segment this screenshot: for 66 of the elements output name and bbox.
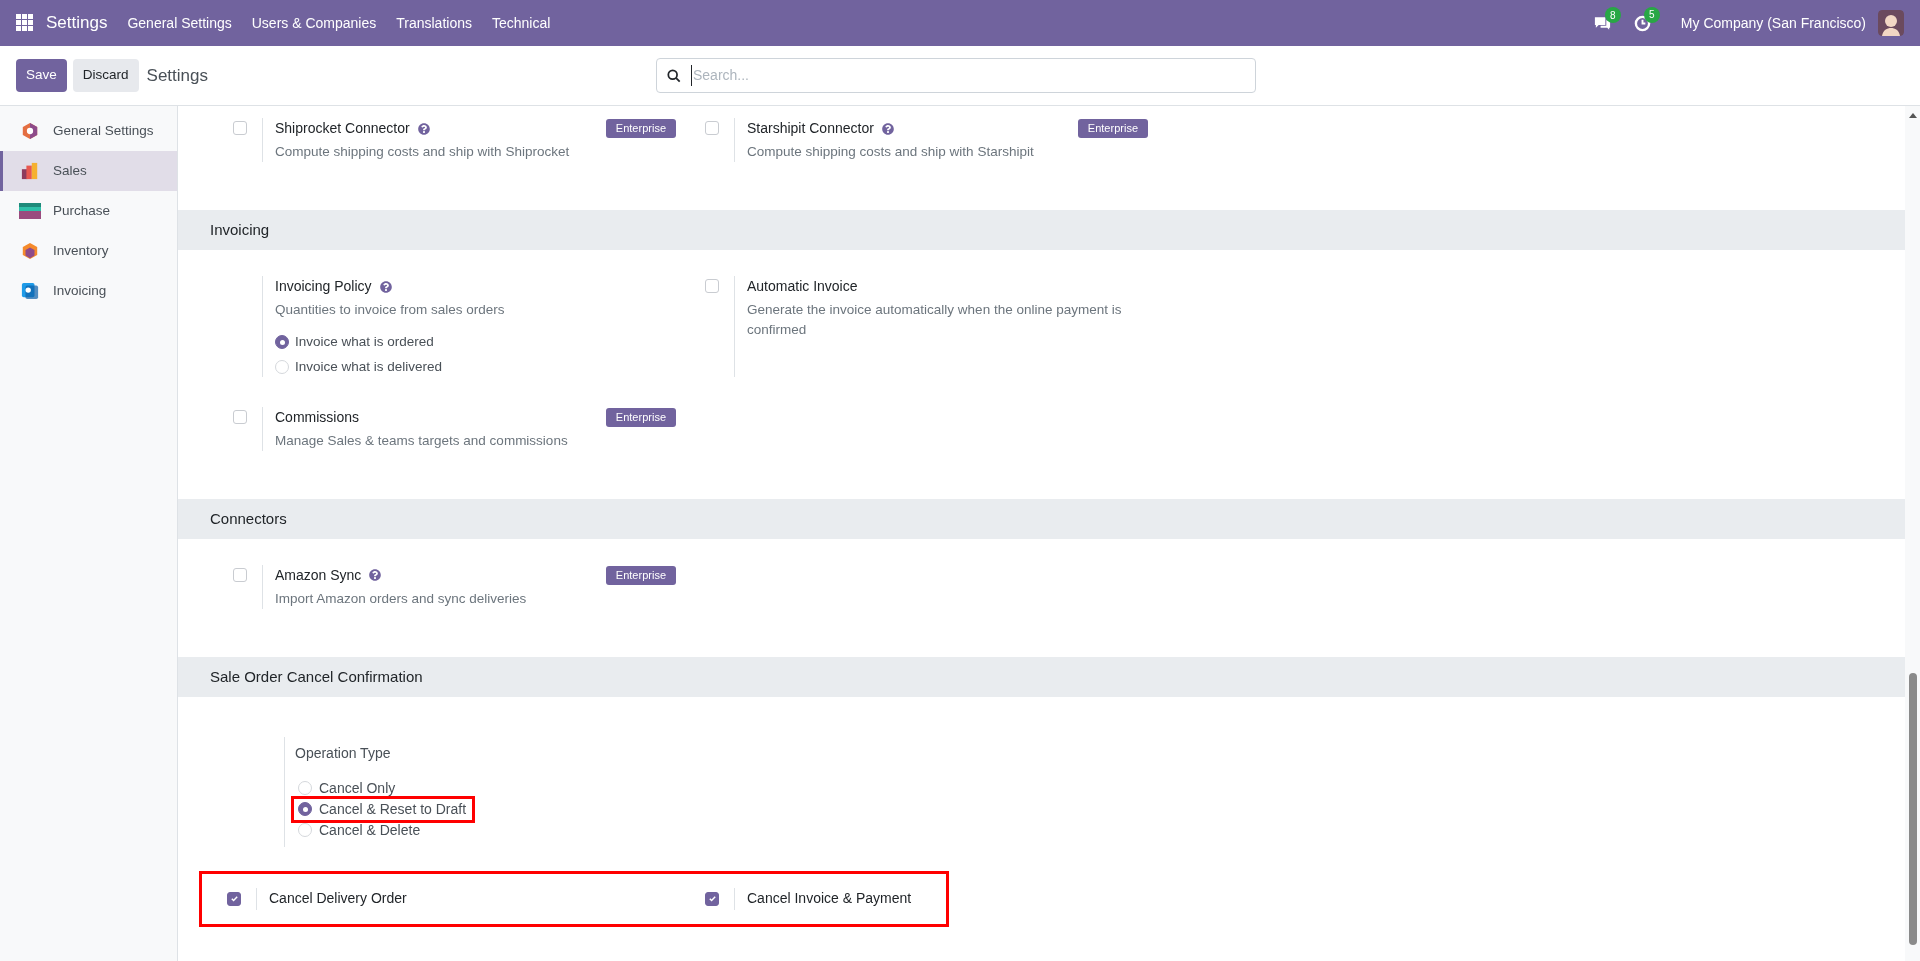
enterprise-badge[interactable]: Enterprise bbox=[1077, 119, 1148, 138]
enterprise-badge[interactable]: Enterprise bbox=[605, 119, 676, 138]
discard-button[interactable]: Discard bbox=[72, 59, 139, 92]
search-bar[interactable]: Search... bbox=[656, 58, 1256, 93]
setting-title: Shiprocket Connector bbox=[275, 119, 410, 138]
activity-count-badge: 5 bbox=[1643, 6, 1660, 23]
check-icon bbox=[229, 894, 239, 904]
card-icon bbox=[19, 203, 41, 219]
radio-button[interactable] bbox=[275, 335, 289, 350]
app-title[interactable]: Settings bbox=[46, 10, 108, 36]
radio-label[interactable]: Cancel & Delete bbox=[319, 819, 421, 841]
sidebar-item[interactable]: Invoicing bbox=[0, 271, 177, 311]
section-header: Invoicing bbox=[178, 210, 1905, 250]
setting-description: Manage Sales & teams targets and commissions bbox=[275, 431, 569, 450]
menu-item[interactable]: Translations bbox=[396, 12, 472, 34]
setting-description: Compute shipping costs and ship with Shiprocket bbox=[275, 143, 571, 161]
invoice-icon bbox=[21, 282, 39, 300]
chat-icon[interactable] bbox=[1592, 15, 1612, 31]
radio-button[interactable] bbox=[298, 802, 312, 817]
menu-item[interactable]: General Settings bbox=[127, 12, 232, 34]
sidebar-item[interactable]: General Settings bbox=[0, 111, 177, 151]
check-icon bbox=[707, 894, 717, 904]
help-icon[interactable] bbox=[881, 122, 894, 135]
company-switcher[interactable]: My Company (San Francisco) bbox=[1680, 12, 1866, 34]
save-button[interactable]: Save bbox=[16, 59, 67, 92]
setting-title: Automatic Invoice bbox=[747, 277, 858, 296]
breadcrumb: Settings bbox=[146, 64, 208, 87]
setting-description: Import Amazon orders and sync deliveries bbox=[275, 589, 528, 608]
user-avatar[interactable] bbox=[1878, 10, 1904, 36]
bar-chart-icon bbox=[21, 162, 39, 180]
section-header: Sale Order Cancel Confirmation bbox=[178, 656, 1905, 697]
search-icon bbox=[667, 68, 681, 83]
help-icon[interactable] bbox=[417, 122, 430, 135]
field-label: Operation Type bbox=[295, 743, 392, 763]
scrollbar[interactable] bbox=[1905, 106, 1920, 961]
sidebar-item[interactable]: Inventory bbox=[0, 231, 177, 271]
enterprise-badge[interactable]: Enterprise bbox=[605, 566, 676, 585]
setting-description: Quantities to invoice from sales orders bbox=[275, 301, 506, 319]
enterprise-badge[interactable]: Enterprise bbox=[605, 408, 676, 427]
section-header: Connectors bbox=[178, 498, 1905, 539]
help-icon[interactable] bbox=[379, 280, 392, 293]
help-icon[interactable] bbox=[369, 569, 382, 582]
checkbox[interactable] bbox=[227, 891, 241, 906]
radio-label[interactable]: Invoice what is ordered bbox=[295, 332, 434, 353]
checkbox[interactable] bbox=[705, 891, 719, 906]
menu-item[interactable]: Users & Companies bbox=[251, 12, 377, 34]
sidebar-item[interactable]: Purchase bbox=[0, 191, 177, 231]
setting-title: Invoicing Policy bbox=[275, 277, 372, 296]
setting-description: Generate the invoice automatically when the online payment is confirmed bbox=[747, 301, 1123, 339]
setting-title: Cancel Delivery Order bbox=[269, 889, 407, 909]
hexagon-icon bbox=[21, 122, 39, 140]
app-grid-icon[interactable] bbox=[16, 14, 34, 32]
cube-icon bbox=[21, 242, 39, 260]
radio-label[interactable]: Cancel & Reset to Draft bbox=[319, 798, 467, 820]
radio-label[interactable]: Invoice what is delivered bbox=[295, 356, 443, 377]
setting-title: Starshipit Connector bbox=[747, 119, 874, 138]
search-input[interactable]: Search... bbox=[691, 65, 1245, 86]
setting-title: Cancel Invoice & Payment bbox=[747, 889, 912, 909]
clock-icon[interactable] bbox=[1633, 14, 1651, 32]
radio-label[interactable]: Cancel Only bbox=[319, 777, 396, 799]
setting-title: Amazon Sync bbox=[275, 565, 362, 585]
menu-item[interactable]: Technical bbox=[492, 12, 551, 34]
setting-description: Compute shipping costs and ship with Starshipit bbox=[747, 143, 1035, 161]
setting-title: Commissions bbox=[275, 407, 359, 427]
sidebar-item[interactable]: Sales bbox=[0, 151, 177, 191]
message-count-badge: 8 bbox=[1604, 7, 1621, 23]
